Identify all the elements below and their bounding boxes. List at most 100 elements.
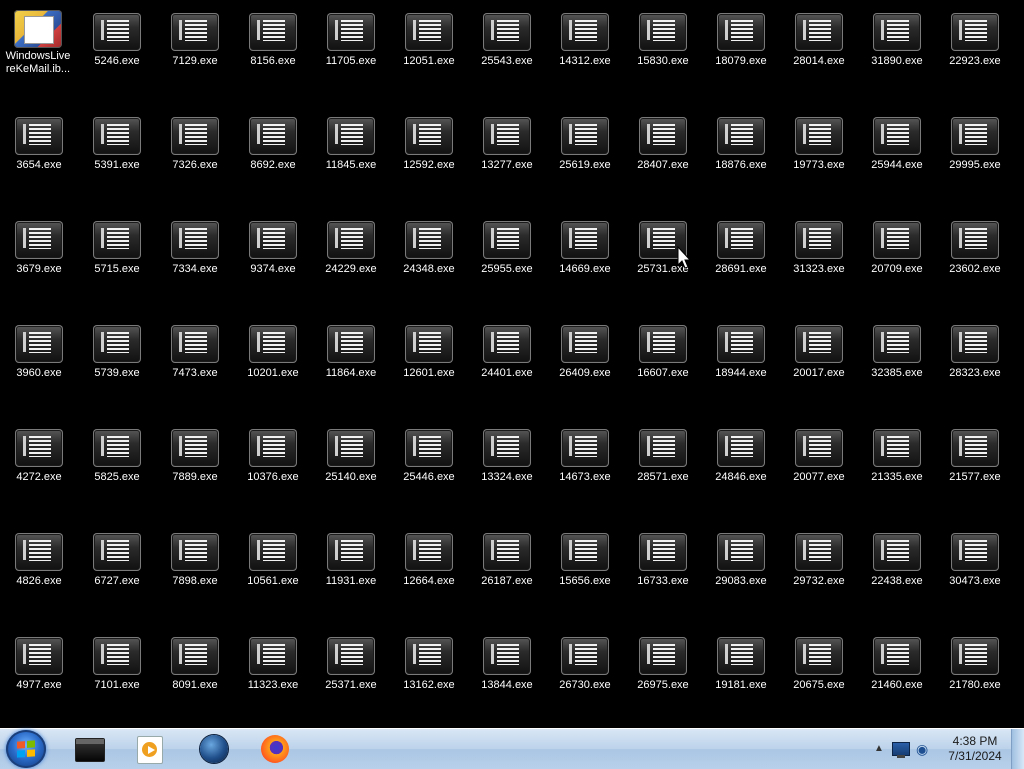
taskbar-firefox[interactable] <box>258 732 292 766</box>
desktop-file-icon[interactable]: 12664.exe <box>391 523 467 627</box>
desktop-file-icon[interactable]: 26409.exe <box>547 315 623 419</box>
desktop-file-icon[interactable]: 25371.exe <box>313 627 389 728</box>
desktop-file-icon[interactable]: 21335.exe <box>859 419 935 523</box>
desktop-file-icon[interactable]: 26187.exe <box>469 523 545 627</box>
desktop-file-icon[interactable]: 10561.exe <box>235 523 311 627</box>
desktop-file-icon[interactable]: 32385.exe <box>859 315 935 419</box>
desktop-file-icon[interactable]: 15656.exe <box>547 523 623 627</box>
desktop-file-icon[interactable]: 19181.exe <box>703 627 779 728</box>
desktop-file-icon[interactable]: 5739.exe <box>79 315 155 419</box>
desktop-file-icon[interactable]: 8692.exe <box>235 107 311 211</box>
taskbar-media-player[interactable] <box>133 732 167 766</box>
desktop-file-icon[interactable]: 6727.exe <box>79 523 155 627</box>
desktop-file-icon[interactable]: 3960.exe <box>1 315 77 419</box>
desktop-file-icon[interactable]: 13324.exe <box>469 419 545 523</box>
desktop-file-icon[interactable]: 7898.exe <box>157 523 233 627</box>
desktop-file-icon[interactable]: 20709.exe <box>859 211 935 315</box>
clock[interactable]: 4:38 PM 7/31/2024 <box>942 734 1008 764</box>
desktop-file-icon[interactable]: 21577.exe <box>937 419 1013 523</box>
desktop-file-icon[interactable]: 12592.exe <box>391 107 467 211</box>
start-button[interactable] <box>6 730 46 768</box>
desktop-file-icon[interactable]: 21780.exe <box>937 627 1013 728</box>
desktop-file-icon[interactable]: 31323.exe <box>781 211 857 315</box>
desktop-file-icon[interactable]: 18944.exe <box>703 315 779 419</box>
desktop-file-icon[interactable]: 25619.exe <box>547 107 623 211</box>
desktop-file-icon[interactable]: 22438.exe <box>859 523 935 627</box>
desktop-file-icon[interactable]: 5246.exe <box>79 3 155 107</box>
desktop-file-icon[interactable]: 18876.exe <box>703 107 779 211</box>
desktop-file-icon[interactable]: 7129.exe <box>157 3 233 107</box>
desktop-file-icon[interactable]: 25955.exe <box>469 211 545 315</box>
volume-icon[interactable]: ◉ <box>916 741 932 757</box>
desktop-file-icon[interactable]: 14673.exe <box>547 419 623 523</box>
desktop-file-icon[interactable]: 13277.exe <box>469 107 545 211</box>
desktop-file-icon[interactable]: 28691.exe <box>703 211 779 315</box>
desktop-file-icon[interactable]: 20077.exe <box>781 419 857 523</box>
show-hidden-icons-arrow-icon[interactable]: ▲ <box>874 743 884 754</box>
desktop-file-icon[interactable]: 20675.exe <box>781 627 857 728</box>
desktop-file-icon[interactable]: 26730.exe <box>547 627 623 728</box>
desktop-file-icon[interactable]: 25543.exe <box>469 3 545 107</box>
desktop-file-icon[interactable]: 5715.exe <box>79 211 155 315</box>
desktop-file-icon[interactable]: 25140.exe <box>313 419 389 523</box>
show-desktop-button[interactable] <box>1011 729 1024 769</box>
desktop-file-icon[interactable]: 16607.exe <box>625 315 701 419</box>
desktop-file-icon[interactable]: 4977.exe <box>1 627 77 728</box>
desktop-file-icon[interactable]: 3654.exe <box>1 107 77 211</box>
desktop-file-icon[interactable]: 11323.exe <box>235 627 311 728</box>
taskbar-command-prompt[interactable] <box>72 732 106 766</box>
desktop-file-icon[interactable]: 31890.exe <box>859 3 935 107</box>
desktop-file-icon[interactable]: 28571.exe <box>625 419 701 523</box>
network-icon[interactable] <box>892 742 910 758</box>
desktop-file-icon[interactable]: 5825.exe <box>79 419 155 523</box>
desktop-file-icon[interactable]: 7334.exe <box>157 211 233 315</box>
desktop-file-icon[interactable]: 11931.exe <box>313 523 389 627</box>
desktop-file-icon[interactable]: 25446.exe <box>391 419 467 523</box>
desktop-file-icon[interactable]: 18079.exe <box>703 3 779 107</box>
desktop-file-icon[interactable]: 12051.exe <box>391 3 467 107</box>
desktop-file-icon[interactable]: 29995.exe <box>937 107 1013 211</box>
desktop-file-icon[interactable]: 23602.exe <box>937 211 1013 315</box>
desktop-file-icon[interactable]: 7101.exe <box>79 627 155 728</box>
desktop-file-icon[interactable]: 4272.exe <box>1 419 77 523</box>
taskbar-globe-app[interactable] <box>197 732 231 766</box>
desktop-file-icon[interactable]: 28323.exe <box>937 315 1013 419</box>
desktop-file-icon[interactable]: 3679.exe <box>1 211 77 315</box>
desktop-file-icon[interactable]: 13162.exe <box>391 627 467 728</box>
desktop-file-icon[interactable]: 5391.exe <box>79 107 155 211</box>
desktop-file-icon[interactable]: 24348.exe <box>391 211 467 315</box>
desktop-file-icon[interactable]: 25944.exe <box>859 107 935 211</box>
desktop-file-icon[interactable]: 28014.exe <box>781 3 857 107</box>
desktop-file-icon[interactable]: 29083.exe <box>703 523 779 627</box>
desktop-file-icon[interactable]: 8091.exe <box>157 627 233 728</box>
desktop-file-icon[interactable]: 13844.exe <box>469 627 545 728</box>
desktop-file-icon[interactable]: 7473.exe <box>157 315 233 419</box>
desktop-file-icon[interactable]: 14312.exe <box>547 3 623 107</box>
desktop-file-icon[interactable]: 9374.exe <box>235 211 311 315</box>
desktop-file-icon[interactable]: 29732.exe <box>781 523 857 627</box>
desktop-file-icon[interactable]: 24846.exe <box>703 419 779 523</box>
desktop-file-icon[interactable]: 11845.exe <box>313 107 389 211</box>
desktop-file-icon[interactable]: 30473.exe <box>937 523 1013 627</box>
desktop-file-icon[interactable]: 15830.exe <box>625 3 701 107</box>
desktop-file-icon[interactable]: 14669.exe <box>547 211 623 315</box>
desktop-file-icon[interactable]: 4826.exe <box>1 523 77 627</box>
desktop-file-icon[interactable]: 24229.exe <box>313 211 389 315</box>
desktop-file-icon[interactable]: 24401.exe <box>469 315 545 419</box>
desktop-file-icon[interactable]: 28407.exe <box>625 107 701 211</box>
desktop-file-icon[interactable]: 16733.exe <box>625 523 701 627</box>
desktop-file-icon[interactable]: 21460.exe <box>859 627 935 728</box>
desktop-file-icon[interactable]: 26975.exe <box>625 627 701 728</box>
desktop-file-icon[interactable]: 8156.exe <box>235 3 311 107</box>
desktop-file-icon[interactable]: 11864.exe <box>313 315 389 419</box>
desktop-file-icon[interactable]: 11705.exe <box>313 3 389 107</box>
desktop-file-icon[interactable]: 7326.exe <box>157 107 233 211</box>
desktop-file-icon[interactable]: 7889.exe <box>157 419 233 523</box>
windows-live-shortcut[interactable]: WindowsLive reKeMail.ib... <box>0 0 76 104</box>
desktop-file-icon[interactable]: 10201.exe <box>235 315 311 419</box>
desktop-file-icon[interactable]: 10376.exe <box>235 419 311 523</box>
desktop-file-icon[interactable]: 20017.exe <box>781 315 857 419</box>
desktop-file-icon[interactable]: 12601.exe <box>391 315 467 419</box>
desktop-file-icon[interactable]: 19773.exe <box>781 107 857 211</box>
desktop-file-icon[interactable]: 22923.exe <box>937 3 1013 107</box>
